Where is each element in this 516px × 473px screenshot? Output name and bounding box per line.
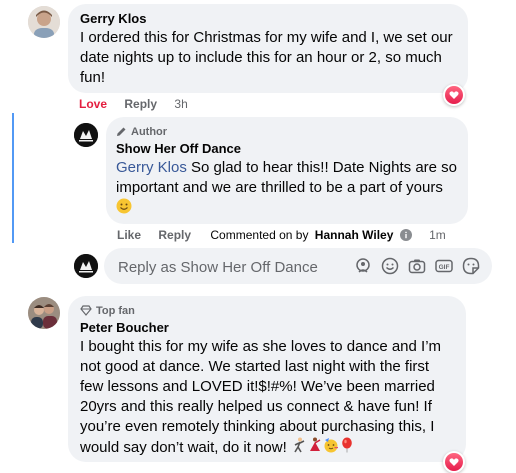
heart-icon xyxy=(445,86,463,104)
emoji-icon[interactable] xyxy=(381,257,399,275)
love-button[interactable]: Love xyxy=(79,97,107,111)
commenter-name[interactable]: Hannah Wiley xyxy=(315,228,394,242)
comment-bubble: Top fan Peter Boucher I bought this for … xyxy=(68,296,466,462)
pencil-icon xyxy=(116,126,127,137)
love-reaction-badge[interactable] xyxy=(443,451,465,473)
reply-box[interactable]: GIF xyxy=(104,248,492,286)
dancing-woman-emoji-icon xyxy=(307,437,323,459)
heart-icon xyxy=(445,453,463,471)
reply-button[interactable]: Reply xyxy=(124,97,157,111)
avatar[interactable] xyxy=(28,297,60,329)
reply-time[interactable]: 1m xyxy=(429,228,446,242)
camera-icon[interactable] xyxy=(408,257,426,275)
party-face-emoji-icon xyxy=(323,437,339,459)
comment-text: I ordered this for Christmas for my wife… xyxy=(80,29,453,86)
thread-line xyxy=(12,113,14,243)
author-badge-label: Author xyxy=(131,125,168,138)
reply-author[interactable]: Show Her Off Dance xyxy=(116,141,458,156)
comment-bubble: Gerry Klos I ordered this for Christmas … xyxy=(68,4,468,93)
smile-emoji-icon xyxy=(116,198,132,220)
balloon-emoji-icon xyxy=(339,437,355,459)
top-fan-badge: Top fan xyxy=(80,303,454,318)
comment-text-body: I bought this for my wife as she loves t… xyxy=(80,338,442,456)
comment-time[interactable]: 3h xyxy=(174,97,187,111)
reply-text: Gerry Klos So glad to hear this!! Date N… xyxy=(116,158,458,220)
dancing-man-emoji-icon xyxy=(291,437,307,459)
page-avatar[interactable] xyxy=(74,123,98,147)
commented-on-by-label: Commented on by xyxy=(210,228,309,242)
svg-text:GIF: GIF xyxy=(439,264,450,271)
top-fan-label: Top fan xyxy=(96,304,135,317)
sticker-icon[interactable] xyxy=(462,257,480,275)
reply-button[interactable]: Reply xyxy=(158,228,191,242)
mention-link[interactable]: Gerry Klos xyxy=(116,159,187,176)
reply-input[interactable] xyxy=(116,248,340,286)
reply-actions: Like Reply Commented on by Hannah Wiley … xyxy=(117,228,446,244)
author-badge: Author xyxy=(116,124,458,139)
comment-actions: Love Reply 3h xyxy=(79,97,188,111)
like-button[interactable]: Like xyxy=(117,228,141,242)
comment-author[interactable]: Gerry Klos xyxy=(80,11,456,26)
gif-icon[interactable]: GIF xyxy=(435,257,453,275)
info-icon[interactable] xyxy=(399,229,412,244)
diamond-icon xyxy=(80,305,92,316)
comment-author[interactable]: Peter Boucher xyxy=(80,320,454,335)
avatar-sticker-icon[interactable] xyxy=(354,257,372,275)
love-reaction-badge[interactable] xyxy=(443,84,465,106)
reply-as-avatar[interactable] xyxy=(74,254,98,278)
avatar[interactable] xyxy=(28,6,60,38)
comment-text: I bought this for my wife as she loves t… xyxy=(80,337,454,459)
reply-bubble: Author Show Her Off Dance Gerry Klos So … xyxy=(106,117,468,224)
